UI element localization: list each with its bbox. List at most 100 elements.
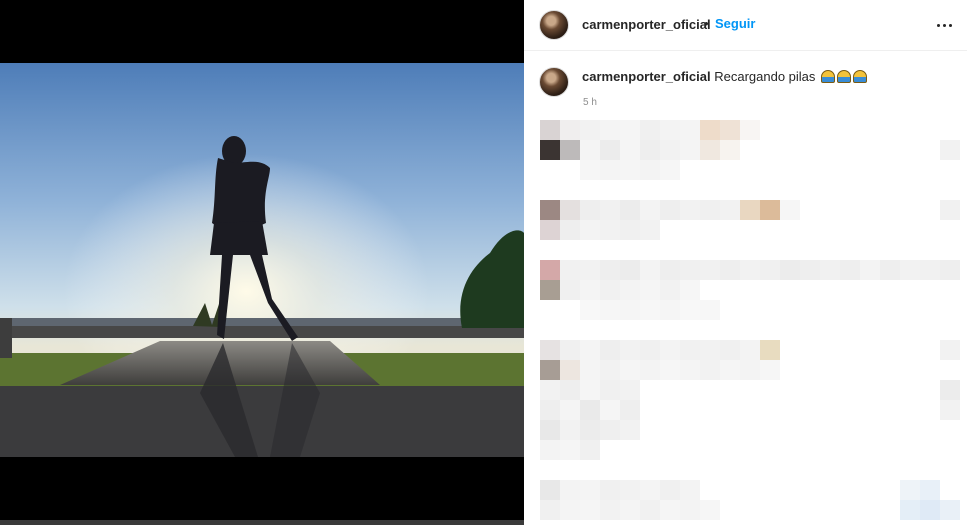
pixel-block <box>620 360 640 380</box>
pixel-block <box>700 500 720 520</box>
pixel-block <box>580 420 600 440</box>
pixel-block <box>640 200 660 220</box>
pixel-block <box>600 120 620 140</box>
pixel-block <box>800 260 820 280</box>
more-options-icon[interactable] <box>935 17 955 33</box>
pixel-block <box>600 340 620 360</box>
pixel-block <box>540 280 560 300</box>
pixel-block <box>580 280 600 300</box>
post-photo <box>0 63 524 457</box>
pixel-block <box>640 220 660 240</box>
pixel-block <box>940 340 960 360</box>
sunrise-emoji-icon <box>837 70 852 83</box>
pixel-block <box>680 200 700 220</box>
pixel-block <box>840 260 860 280</box>
pixel-block <box>940 380 960 400</box>
pixel-block <box>660 300 680 320</box>
pixel-block <box>620 500 640 520</box>
pixel-block <box>540 380 560 400</box>
post-header: carmenporter_oficial • Seguir <box>524 0 967 51</box>
pixel-block <box>580 500 600 520</box>
pixel-block <box>560 260 580 280</box>
post-username[interactable]: carmenporter_oficial <box>582 17 711 32</box>
follow-button[interactable]: Seguir <box>715 16 755 31</box>
pixel-block <box>580 120 600 140</box>
pixel-block <box>660 260 680 280</box>
pixel-block <box>640 280 660 300</box>
pixel-block <box>600 280 620 300</box>
pixel-block <box>620 200 640 220</box>
pixel-block <box>600 420 620 440</box>
comments-pixelated-area <box>524 115 967 525</box>
pixel-block <box>760 360 780 380</box>
pixel-block <box>580 380 600 400</box>
pixel-block <box>640 120 660 140</box>
pixel-block <box>640 360 660 380</box>
pixel-block <box>640 260 660 280</box>
pixel-block <box>560 440 580 460</box>
pixel-block <box>600 300 620 320</box>
pixel-block <box>620 380 640 400</box>
caption-username[interactable]: carmenporter_oficial <box>582 69 711 84</box>
pixel-block <box>700 340 720 360</box>
separator-dot: • <box>704 16 709 31</box>
pixel-block <box>760 340 780 360</box>
sunrise-emoji-icon <box>821 70 836 83</box>
pixel-block <box>680 280 700 300</box>
pixel-block <box>560 200 580 220</box>
pixel-block <box>620 120 640 140</box>
pixel-block <box>580 360 600 380</box>
pixel-block <box>580 200 600 220</box>
pixel-block <box>560 360 580 380</box>
post-media[interactable] <box>0 0 524 525</box>
pixel-block <box>720 120 740 140</box>
pixel-block <box>760 260 780 280</box>
pixel-block <box>620 140 640 160</box>
pixel-block <box>660 500 680 520</box>
pixel-block <box>620 280 640 300</box>
pixel-block <box>700 260 720 280</box>
pixel-block <box>600 140 620 160</box>
pixel-block <box>580 340 600 360</box>
pixel-block <box>540 120 560 140</box>
pixel-block <box>640 480 660 500</box>
pixel-block <box>560 220 580 240</box>
media-bottom-strip <box>0 520 524 525</box>
avatar[interactable] <box>539 10 569 40</box>
pixel-block <box>560 420 580 440</box>
pixel-block <box>740 260 760 280</box>
pixel-block <box>720 360 740 380</box>
pixel-block <box>580 480 600 500</box>
pixel-block <box>560 400 580 420</box>
pixel-block <box>680 120 700 140</box>
pixel-block <box>600 220 620 240</box>
pixel-block <box>640 160 660 180</box>
pixel-block <box>600 480 620 500</box>
pixel-block <box>560 500 580 520</box>
pixel-block <box>880 260 900 280</box>
pixel-block <box>600 260 620 280</box>
pixel-block <box>940 500 960 520</box>
caption-avatar[interactable] <box>539 67 569 97</box>
pixel-block <box>700 200 720 220</box>
pixel-block <box>640 500 660 520</box>
pixel-block <box>560 480 580 500</box>
pixel-block <box>640 300 660 320</box>
post-side-panel: carmenporter_oficial • Seguir carmenport… <box>524 0 967 525</box>
pixel-block <box>920 500 940 520</box>
pixel-block <box>740 340 760 360</box>
pixel-block <box>620 480 640 500</box>
pixel-block <box>680 300 700 320</box>
pixel-block <box>540 340 560 360</box>
pixel-block <box>540 360 560 380</box>
pixel-block <box>600 380 620 400</box>
pixel-block <box>540 480 560 500</box>
pixel-block <box>540 420 560 440</box>
pixel-block <box>860 260 880 280</box>
pixel-block <box>720 340 740 360</box>
pixel-block <box>660 200 680 220</box>
pixel-block <box>940 400 960 420</box>
pixel-block <box>700 300 720 320</box>
post-time: 5 h <box>583 97 597 108</box>
pixel-block <box>680 340 700 360</box>
